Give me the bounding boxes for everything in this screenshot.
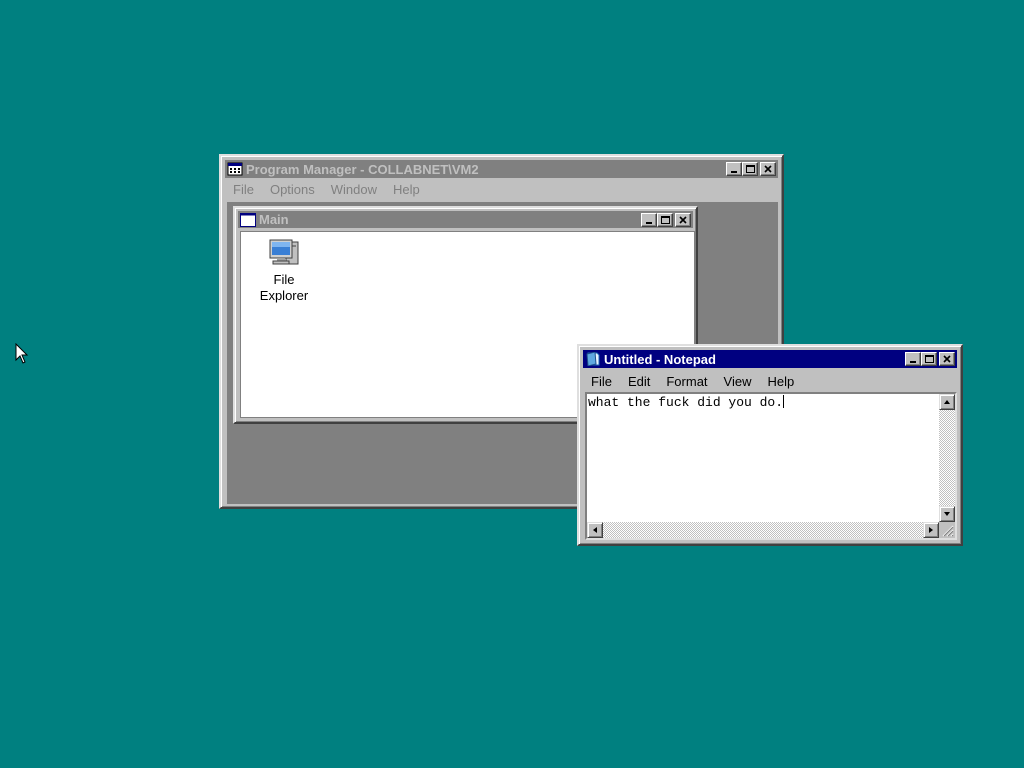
arrow-right-icon — [929, 527, 933, 533]
program-manager-menubar: File Options Window Help — [225, 180, 778, 198]
program-manager-title: Program Manager - COLLABNET\VM2 — [246, 161, 479, 177]
maximize-button[interactable] — [742, 162, 758, 176]
minimize-button[interactable] — [905, 352, 921, 366]
close-icon — [943, 355, 951, 363]
maximize-icon — [661, 215, 670, 224]
menu-help[interactable]: Help — [385, 182, 428, 197]
group-window-icon — [240, 212, 256, 227]
minimize-button[interactable] — [726, 162, 742, 176]
vertical-scrollbar[interactable] — [939, 394, 955, 522]
notepad-title: Untitled - Notepad — [604, 351, 716, 367]
file-explorer-label-1: File — [273, 272, 295, 287]
menu-file[interactable]: File — [583, 374, 620, 389]
minimize-icon — [731, 171, 737, 173]
scrollbar-corner — [939, 522, 955, 538]
scroll-up-button[interactable] — [939, 394, 955, 410]
notepad-text: what the fuck did you do. — [588, 395, 784, 410]
menu-options[interactable]: Options — [262, 182, 323, 197]
close-button[interactable] — [675, 212, 691, 227]
close-button[interactable] — [760, 162, 776, 176]
minimize-button[interactable] — [641, 212, 657, 227]
maximize-icon — [746, 165, 755, 173]
desktop: Program Manager - COLLABNET\VM2 File Opt… — [0, 0, 1024, 768]
text-caret — [783, 395, 785, 408]
mouse-cursor-icon — [15, 343, 29, 364]
program-manager-icon — [227, 162, 243, 176]
file-explorer-icon — [269, 239, 299, 265]
file-explorer-label-2: Explorer — [259, 288, 309, 303]
maximize-icon — [925, 355, 934, 363]
horizontal-scrollbar[interactable] — [587, 522, 939, 538]
main-group-title: Main — [259, 212, 289, 227]
notepad-content[interactable]: what the fuck did you do. — [588, 395, 785, 410]
menu-window[interactable]: Window — [323, 182, 385, 197]
scroll-left-button[interactable] — [587, 522, 603, 538]
maximize-button[interactable] — [657, 212, 673, 227]
main-group-titlebar[interactable]: Main — [238, 211, 693, 228]
arrow-down-icon — [944, 512, 950, 516]
close-icon — [679, 215, 687, 224]
scroll-right-button[interactable] — [923, 522, 939, 538]
menu-file[interactable]: File — [225, 182, 262, 197]
close-button[interactable] — [939, 352, 955, 366]
minimize-icon — [646, 221, 652, 224]
menu-help[interactable]: Help — [759, 374, 802, 389]
menu-edit[interactable]: Edit — [620, 374, 658, 389]
menu-format[interactable]: Format — [658, 374, 715, 389]
arrow-left-icon — [593, 527, 597, 533]
menu-view[interactable]: View — [716, 374, 760, 389]
resize-grip-icon[interactable] — [942, 525, 954, 537]
file-explorer-shortcut[interactable]: File Explorer — [249, 236, 319, 304]
maximize-button[interactable] — [921, 352, 937, 366]
close-icon — [764, 165, 772, 173]
arrow-up-icon — [944, 400, 950, 404]
notepad-menubar: File Edit Format View Help — [583, 372, 957, 390]
notepad-titlebar[interactable]: Untitled - Notepad — [583, 350, 957, 368]
program-manager-titlebar[interactable]: Program Manager - COLLABNET\VM2 — [225, 160, 778, 178]
scroll-down-button[interactable] — [939, 506, 955, 522]
notepad-window[interactable]: Untitled - Notepad File Edit Format View… — [577, 344, 963, 546]
minimize-icon — [910, 361, 916, 363]
notepad-icon — [586, 352, 600, 366]
notepad-text-area[interactable]: what the fuck did you do. — [585, 392, 957, 540]
